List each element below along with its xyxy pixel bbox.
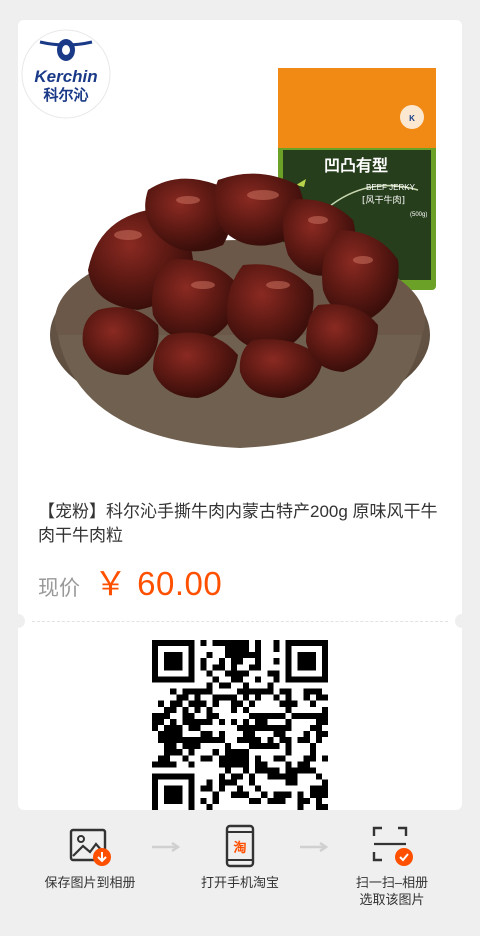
- brand-logo: Kerchin 科尔沁: [21, 29, 111, 119]
- svg-text:淘: 淘: [233, 840, 246, 856]
- card-notch-right: [455, 614, 462, 628]
- qr-code: [152, 640, 328, 810]
- package-sub-cn: [风干牛肉]: [362, 194, 405, 206]
- package-weight: (500g): [410, 212, 427, 218]
- card-notch-left: [18, 614, 25, 628]
- product-title: 【宠粉】科尔沁手撕牛肉内蒙古特产200g 原味风干牛肉干牛肉粒: [38, 502, 438, 545]
- logo-text-top: Kerchin: [34, 67, 97, 86]
- package-sub-en: BEEF JERKY: [366, 183, 416, 192]
- taobao-phone-icon: 淘: [218, 824, 262, 868]
- scan-album-label-line1: 扫一扫–相册: [355, 875, 429, 890]
- product-image: K 凹凸有型 BEEF JERKY [风干牛肉] (500g) Kerchin …: [18, 20, 462, 470]
- price-value: ￥ 60.00: [94, 565, 223, 602]
- save-image-label: 保存图片到相册: [44, 875, 136, 890]
- package-headline: 凹凸有型: [324, 156, 388, 175]
- share-card: K 凹凸有型 BEEF JERKY [风干牛肉] (500g) Kerchin …: [18, 20, 462, 810]
- save-image-button[interactable]: 保存图片到相册: [20, 824, 160, 891]
- scan-album-label-line2: 选取该图片: [359, 892, 425, 907]
- price-label: 现价: [38, 577, 80, 600]
- open-taobao-button[interactable]: 淘 打开手机淘宝: [170, 824, 310, 891]
- dashed-divider: [32, 621, 448, 622]
- logo-text-bottom: 科尔沁: [43, 86, 88, 104]
- svg-text:K: K: [409, 114, 415, 123]
- scan-icon: [370, 824, 414, 868]
- save-image-icon: [68, 824, 112, 868]
- scan-album-button[interactable]: 扫一扫–相册 选取该图片: [322, 824, 462, 908]
- open-taobao-label: 打开手机淘宝: [200, 875, 279, 890]
- bottom-action-bar: 保存图片到相册 淘 打开手机淘宝 扫一扫–相册 选取该图片: [0, 812, 480, 936]
- price-row: 现价 ￥ 60.00: [38, 557, 222, 602]
